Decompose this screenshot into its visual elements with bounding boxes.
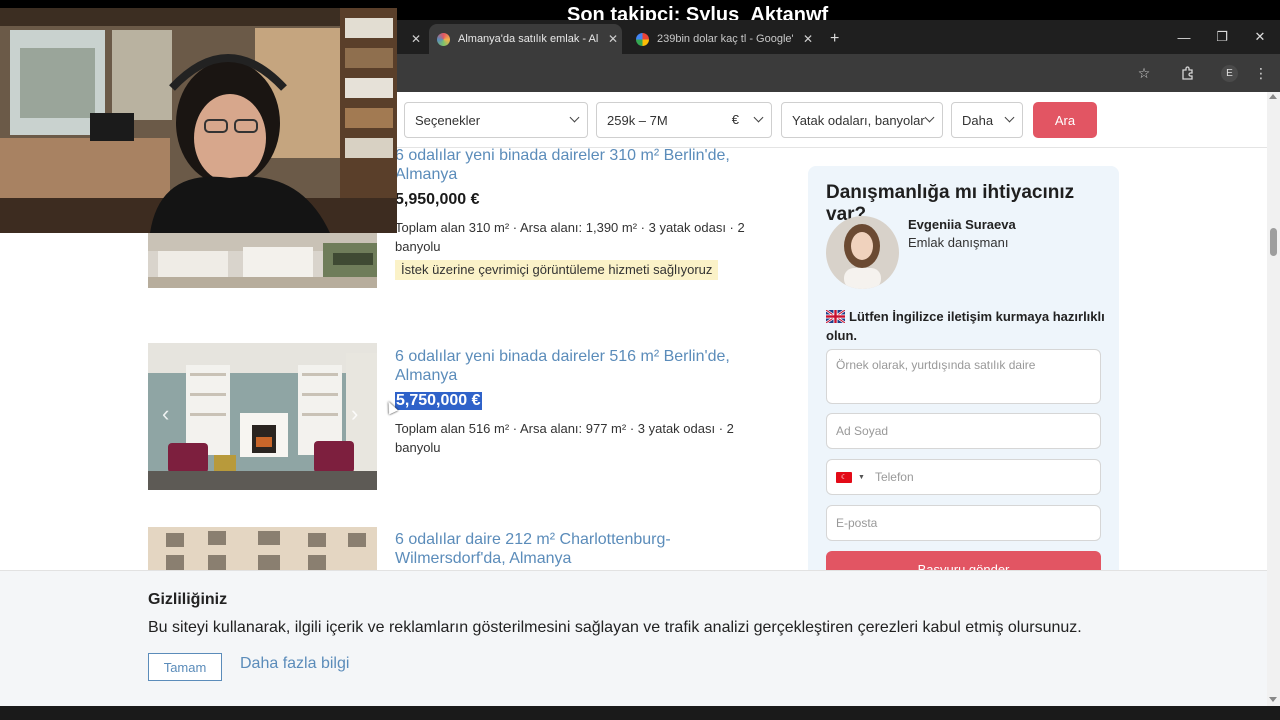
google-favicon-icon bbox=[636, 32, 649, 46]
scroll-thumb[interactable] bbox=[1270, 228, 1277, 256]
chevron-down-icon bbox=[569, 112, 580, 123]
consultant-card: Danışmanlığa mı ihtiyacınız var? Evgenii… bbox=[808, 166, 1119, 587]
tab-almanya-emlak[interactable]: Almanya'da satılık emlak - Alm ✕ bbox=[429, 24, 622, 54]
language-note-text: Lütfen İngilizce iletişim kurmaya hazırl… bbox=[826, 309, 1105, 343]
message-textarea[interactable]: Örnek olarak, yurtdışında satılık daire bbox=[826, 349, 1101, 404]
more-filters-select[interactable]: Daha bbox=[951, 102, 1023, 138]
listing-title-link[interactable]: 6 odalılar daire 212 m² Charlottenburg-W… bbox=[395, 530, 775, 568]
uk-flag-icon bbox=[826, 310, 845, 323]
scroll-down-arrow-icon[interactable] bbox=[1269, 697, 1277, 702]
price-range-select[interactable]: 259k – 7M € bbox=[596, 102, 772, 138]
previous-photo-icon[interactable]: ‹ bbox=[162, 401, 169, 427]
close-icon[interactable]: ✕ bbox=[1241, 20, 1279, 54]
phone-placeholder: Telefon bbox=[874, 470, 914, 484]
currency-label: € bbox=[731, 112, 739, 127]
turkey-flag-icon[interactable]: ☾ bbox=[836, 471, 852, 483]
country-caret-icon[interactable]: ▼ bbox=[858, 474, 865, 481]
listing-price: 5,950,000 € bbox=[395, 191, 480, 208]
chevron-down-icon bbox=[924, 112, 935, 123]
language-note: Lütfen İngilizce iletişim kurmaya hazırl… bbox=[826, 307, 1111, 345]
rooms-label: Yatak odaları, banyolar bbox=[792, 112, 925, 128]
agent-name: Evgeniia Suraeva bbox=[908, 217, 1016, 232]
message-placeholder: Örnek olarak, yurtdışında satılık daire bbox=[836, 358, 1036, 372]
listing-photo[interactable] bbox=[148, 233, 377, 288]
browser-toolbar: ☆ E ⋮ bbox=[397, 54, 1280, 92]
scroll-up-arrow-icon[interactable] bbox=[1269, 94, 1277, 99]
chevron-down-icon bbox=[753, 112, 764, 123]
email-placeholder: E-posta bbox=[836, 516, 878, 530]
more-filters-label: Daha bbox=[962, 112, 994, 128]
cookie-more-info-link[interactable]: Daha fazla bilgi bbox=[240, 655, 349, 673]
online-viewing-badge: İstek üzerine çevrimiçi görüntüleme hizm… bbox=[395, 260, 719, 280]
name-placeholder: Ad Soyad bbox=[836, 424, 889, 438]
cookie-banner: Gizliliğiniz Bu siteyi kullanarak, ilgil… bbox=[0, 570, 1267, 706]
profile-avatar[interactable]: E bbox=[1221, 65, 1238, 82]
next-photo-icon[interactable]: › bbox=[351, 401, 358, 427]
tab-title: Almanya'da satılık emlak - Alm bbox=[458, 33, 598, 45]
tab-close-icon[interactable]: ✕ bbox=[801, 32, 815, 46]
tab-close-icon[interactable]: ✕ bbox=[606, 32, 620, 46]
tab-google-search[interactable]: 239bin dolar kaç tl - Google'da ✕ bbox=[630, 24, 822, 54]
listing-specs: Toplam alan 310 m² · Arsa alanı: 1,390 m… bbox=[395, 220, 745, 254]
email-field[interactable]: E-posta bbox=[826, 505, 1101, 541]
agent-photo bbox=[826, 216, 899, 289]
agent-role: Emlak danışmanı bbox=[908, 235, 1009, 250]
previous-tab-close-icon[interactable]: ✕ bbox=[401, 24, 425, 54]
listing-photo[interactable] bbox=[148, 527, 377, 570]
listing-title-link[interactable]: 6 odalılar yeni binada daireler 310 m² B… bbox=[395, 146, 775, 184]
minimize-icon[interactable]: — bbox=[1165, 20, 1203, 54]
listing-price: 5,750,000 € bbox=[395, 392, 482, 410]
listing-photo[interactable]: ‹ › bbox=[148, 343, 377, 490]
page-scrollbar[interactable] bbox=[1267, 92, 1280, 706]
new-tab-button[interactable]: + bbox=[830, 24, 848, 54]
webcam-overlay bbox=[0, 8, 397, 233]
name-field[interactable]: Ad Soyad bbox=[826, 413, 1101, 449]
tab-title: 239bin dolar kaç tl - Google'da bbox=[657, 33, 793, 45]
restore-icon[interactable]: ❐ bbox=[1203, 20, 1241, 54]
menu-kebab-icon[interactable]: ⋮ bbox=[1251, 63, 1271, 83]
price-range-label: 259k – 7M bbox=[607, 112, 668, 128]
phone-field[interactable]: ☾ ▼ Telefon bbox=[826, 459, 1101, 495]
chevron-down-icon bbox=[1004, 112, 1015, 123]
bookmark-star-icon[interactable]: ☆ bbox=[1134, 63, 1154, 83]
browser-tabstrip: ✕ Almanya'da satılık emlak - Alm ✕ 239bi… bbox=[397, 20, 1280, 54]
cookie-title: Gizliliğiniz bbox=[148, 591, 228, 608]
options-label: Seçenekler bbox=[415, 112, 481, 128]
listing-title-link[interactable]: 6 odalılar yeni binada daireler 516 m² B… bbox=[395, 347, 775, 385]
stream-overlay-title: Son takipci: Sylus_Aktanwf bbox=[567, 4, 829, 20]
search-button[interactable]: Ara bbox=[1033, 102, 1097, 138]
listing-specs: Toplam alan 516 m² · Arsa alanı: 977 m² … bbox=[395, 421, 734, 455]
extensions-icon[interactable] bbox=[1177, 63, 1197, 83]
cookie-text: Bu siteyi kullanarak, ilgili içerik ve r… bbox=[148, 619, 1082, 636]
site-favicon-icon bbox=[437, 32, 450, 46]
bottom-bar bbox=[0, 706, 1280, 720]
rooms-select[interactable]: Yatak odaları, banyolar bbox=[781, 102, 943, 138]
options-select[interactable]: Seçenekler bbox=[404, 102, 588, 138]
cookie-accept-button[interactable]: Tamam bbox=[148, 653, 222, 681]
